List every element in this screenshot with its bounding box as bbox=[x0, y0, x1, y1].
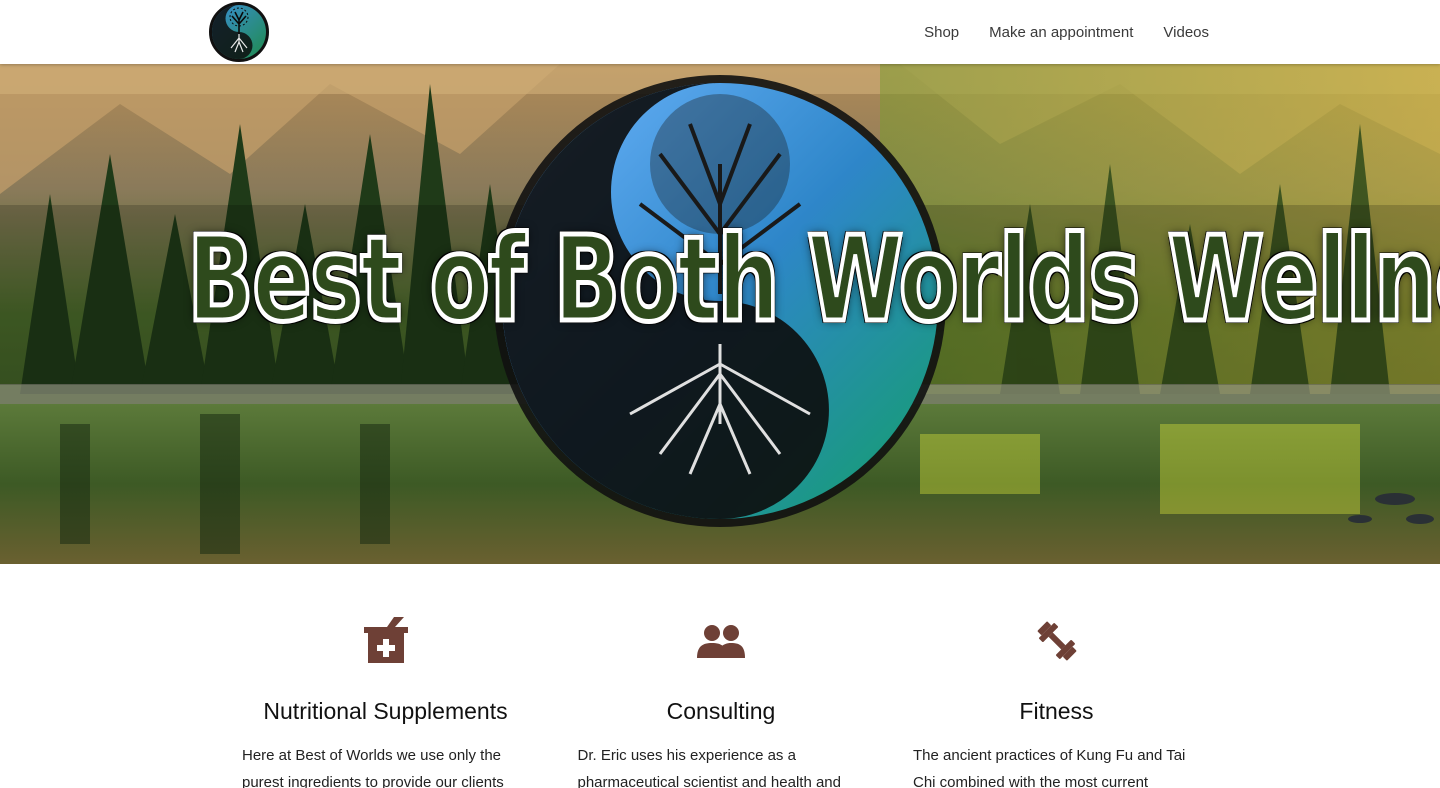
nav-link-shop[interactable]: Shop bbox=[924, 24, 959, 41]
hero-banner: Best of Both Worlds Wellness bbox=[0, 64, 1440, 564]
feature-title: Fitness bbox=[1019, 698, 1094, 724]
feature-card-fitness: Fitness The ancient practices of Kung Fu… bbox=[913, 564, 1200, 788]
feature-description: The ancient practices of Kung Fu and Tai… bbox=[913, 747, 1186, 788]
feature-description: Dr. Eric uses his experience as a pharma… bbox=[577, 747, 842, 788]
feature-description: Here at Best of Worlds we use only the p… bbox=[242, 747, 504, 788]
hero-title: Best of Both Worlds Wellness bbox=[185, 210, 1440, 348]
feature-title: Nutritional Supplements bbox=[263, 698, 508, 724]
feature-card-nutritional-supplements: Nutritional Supplements Here at Best of … bbox=[242, 564, 529, 788]
features-section: Nutritional Supplements Here at Best of … bbox=[242, 564, 1200, 788]
feature-title: Consulting bbox=[666, 698, 776, 724]
top-navbar: Shop Make an appointment Videos bbox=[0, 0, 1440, 64]
people-group-icon bbox=[693, 616, 749, 666]
nav-link-videos[interactable]: Videos bbox=[1163, 24, 1209, 41]
nav-link-make-appointment[interactable]: Make an appointment bbox=[989, 24, 1133, 41]
dumbbell-icon bbox=[1029, 616, 1085, 666]
main-nav: Shop Make an appointment Videos bbox=[924, 0, 1209, 64]
brand-logo[interactable] bbox=[209, 2, 269, 62]
tree-of-life-logo-icon bbox=[212, 5, 266, 59]
feature-card-consulting: Consulting Dr. Eric uses his experience … bbox=[578, 564, 865, 788]
mortar-pestle-plus-icon bbox=[358, 616, 414, 666]
